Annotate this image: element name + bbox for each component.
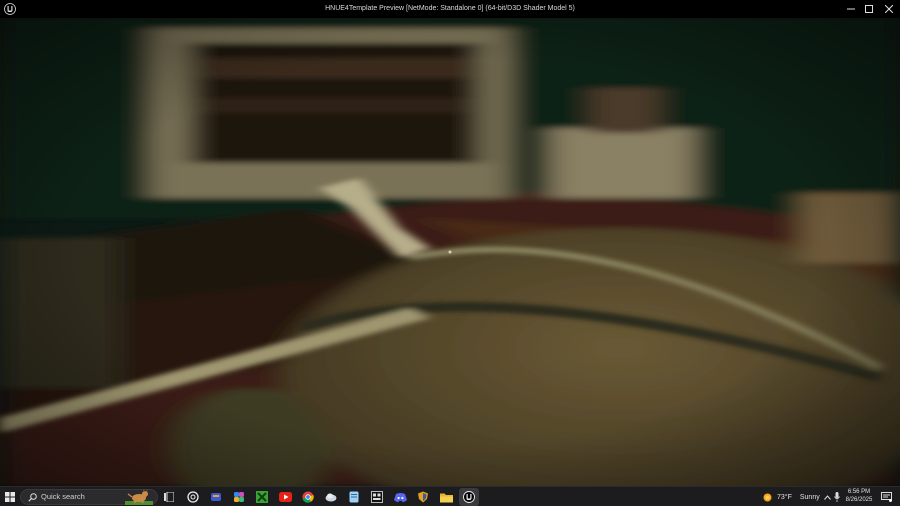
app-icon [349,491,359,503]
discord-icon [393,492,407,502]
unreal-engine-icon [463,491,475,503]
minecraft-icon [256,491,268,503]
youtube-icon [278,492,292,502]
show-hidden-icons-button[interactable] [822,488,832,506]
taskbar-app-blue[interactable] [346,488,362,506]
taskbar-terminal[interactable] [369,488,385,506]
search-label: Quick search [41,492,85,501]
task-view-icon [164,492,174,502]
clock-date: 8/26/2025 [845,497,873,503]
taskbar-clock[interactable]: 6:56 PM 8/26/2025 [840,488,878,504]
dog-illustration-icon [125,489,153,505]
taskbar-discord[interactable] [392,488,408,506]
maximize-button[interactable] [858,0,880,18]
clock-time: 6:56 PM [847,489,871,495]
vpn-shield-icon [418,491,428,503]
start-button[interactable] [3,488,17,506]
weather-desc: Sunny [799,493,820,501]
minimize-icon [847,8,855,10]
file-explorer-icon [439,493,453,502]
taskbar-app-cloud[interactable] [323,488,339,506]
taskbar-chatgpt[interactable] [185,488,201,506]
chrome-icon [302,491,314,503]
windows-logo-icon [5,492,15,502]
edge-sync-icon [211,493,221,501]
search-icon [28,493,37,502]
close-icon [885,5,893,13]
maximize-icon [865,5,873,13]
sun-icon [763,493,772,501]
notification-icon [880,492,892,502]
window-title: HNUE4Template Preview [NetMode: Standalo… [325,5,575,12]
copilot-icon [234,492,244,502]
close-button[interactable] [878,0,900,18]
game-viewport[interactable] [0,18,900,486]
taskbar-copilot[interactable] [231,488,247,506]
taskbar-app-orange[interactable] [208,488,224,506]
cloud-app-icon [325,493,337,502]
taskbar-vpn[interactable] [415,488,431,506]
notifications-button[interactable] [879,488,893,506]
chatgpt-icon [187,491,199,503]
taskbar-youtube[interactable] [277,488,293,506]
task-view-button[interactable] [162,488,176,506]
taskbar-chrome[interactable] [300,488,316,506]
taskbar-minecraft[interactable] [254,488,270,506]
taskbar-file-explorer[interactable] [438,488,454,506]
weather-temp: 73°F [777,493,792,501]
search-box[interactable]: Quick search [20,489,158,505]
chevron-up-icon [823,494,831,500]
taskbar-unreal-engine[interactable] [459,488,479,506]
windows-taskbar: Quick search 73°F Sunny 6:56 PM 8/26/202… [0,486,900,506]
terminal-icon [371,491,383,503]
window-titlebar: HNUE4Template Preview [NetMode: Standalo… [0,0,900,18]
